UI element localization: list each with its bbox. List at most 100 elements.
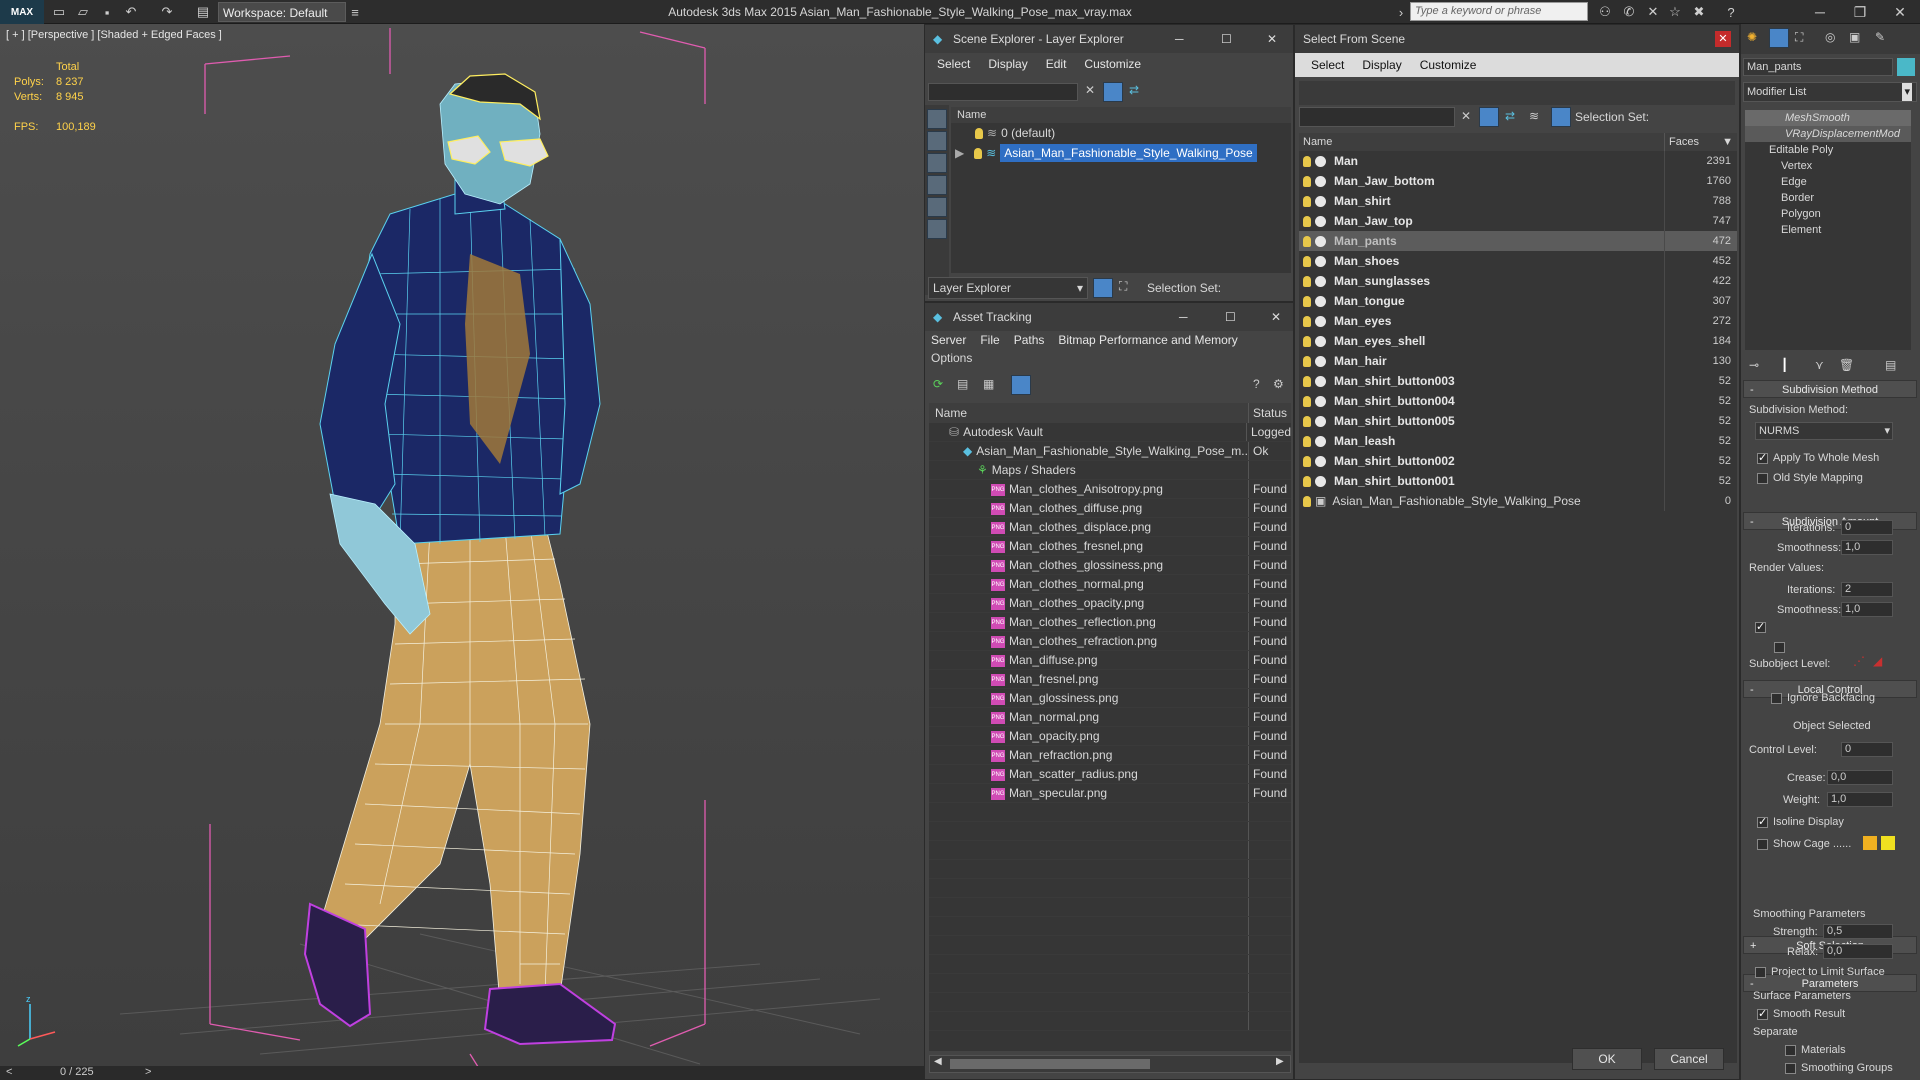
asset-row[interactable]: PNG Man_clothes_opacity.png Found	[929, 594, 1291, 613]
asset-row[interactable]: ⚘ Maps / Shaders	[929, 461, 1291, 480]
select-from-scene-titlebar[interactable]: Select From Scene ✕	[1295, 25, 1739, 53]
sfs-layers-icon[interactable]: ≋	[1529, 109, 1539, 123]
visibility-bulb-icon[interactable]	[1303, 296, 1311, 308]
sfs-object-row[interactable]: ▣ Asian_Man_Fashionable_Style_Walking_Pos…	[1299, 491, 1737, 511]
asset-menu-file[interactable]: File	[980, 331, 999, 349]
asset-row[interactable]: PNG Man_clothes_normal.png Found	[929, 575, 1291, 594]
minimize-window-icon[interactable]: ─	[1800, 0, 1840, 24]
visibility-bulb-icon[interactable]	[1303, 236, 1311, 248]
sfs-object-row[interactable]: Man_shirt_button005 52	[1299, 411, 1737, 431]
asset-tracking-maximize-icon[interactable]: ☐	[1225, 303, 1236, 331]
scene-explorer-sync-icon[interactable]: ⇄	[1129, 83, 1139, 97]
visibility-bulb-icon[interactable]	[1303, 396, 1311, 408]
sfs-col-sort-icon[interactable]: ▼	[1722, 133, 1733, 151]
display-cameras-icon[interactable]	[927, 175, 947, 195]
asset-menu-server[interactable]: Server	[931, 331, 966, 349]
visibility-bulb-icon[interactable]	[1303, 416, 1311, 428]
cage-color-swatch-1[interactable]	[1863, 836, 1877, 850]
scroll-left-icon[interactable]: ◀	[934, 1056, 942, 1067]
render-smoothness-checkbox[interactable]	[1774, 642, 1786, 654]
modify-tab-icon[interactable]	[1769, 28, 1789, 48]
asset-row[interactable]: PNG Man_fresnel.png Found	[929, 670, 1291, 689]
hierarchy-icon[interactable]: ⛶	[1119, 279, 1127, 294]
smooth-result-checkbox[interactable]: Smooth Result	[1757, 1007, 1845, 1020]
show-end-result-icon[interactable]: ┃	[1781, 358, 1788, 372]
visibility-bulb-icon[interactable]	[1303, 196, 1311, 208]
scene-explorer-menu-edit[interactable]: Edit	[1046, 53, 1067, 75]
perspective-viewport[interactable]: [ + ] [Perspective ] [Shaded + Edged Fac…	[0, 24, 924, 1070]
scene-explorer-minimize-icon[interactable]: ─	[1175, 25, 1184, 53]
asset-row[interactable]: PNG Man_clothes_displace.png Found	[929, 518, 1291, 537]
display-geometry-icon[interactable]	[927, 109, 947, 129]
asset-row[interactable]: PNG Man_opacity.png Found	[929, 727, 1291, 746]
visibility-bulb-icon[interactable]	[1303, 316, 1311, 328]
sfs-col-name[interactable]: Name	[1299, 133, 1665, 151]
visibility-bulb-icon[interactable]	[1303, 496, 1311, 508]
keyword-search-input[interactable]: Type a keyword or phrase	[1410, 2, 1588, 21]
display-shapes-icon[interactable]	[927, 131, 947, 151]
stack-item-element[interactable]: Element	[1745, 222, 1911, 238]
remove-modifier-icon[interactable]: 🗑	[1839, 358, 1854, 372]
sfs-object-row[interactable]: Man_sunglasses 422	[1299, 271, 1737, 291]
iterations-spinner[interactable]: 0	[1841, 520, 1893, 535]
scene-explorer-close-icon[interactable]: ✕	[1267, 25, 1277, 53]
display-spacewarps-icon[interactable]	[927, 219, 947, 239]
separate-materials-checkbox[interactable]: Materials	[1785, 1044, 1846, 1056]
sfs-col-faces[interactable]: Faces	[1665, 133, 1699, 151]
visibility-bulb-icon[interactable]	[1303, 276, 1311, 288]
render-iterations-spinner[interactable]: 2	[1841, 582, 1893, 597]
apply-whole-mesh-checkbox[interactable]: Apply To Whole Mesh	[1757, 451, 1879, 464]
motion-tab-icon[interactable]: ◎	[1825, 30, 1835, 44]
time-next-icon[interactable]: >	[145, 1066, 151, 1078]
workspace-dropdown[interactable]: Workspace: Default	[218, 2, 346, 22]
asset-menu-bitmap[interactable]: Bitmap Performance and Memory	[1058, 331, 1237, 349]
hierarchy-tab-icon[interactable]: ⛶	[1795, 30, 1803, 45]
sfs-object-row[interactable]: Man 2391	[1299, 151, 1737, 171]
weight-spinner[interactable]: 1,0	[1827, 792, 1893, 807]
sfs-search-input[interactable]	[1299, 107, 1455, 127]
sfs-object-row[interactable]: Man_Jaw_top 747	[1299, 211, 1737, 231]
asset-col-status[interactable]: Status	[1249, 403, 1287, 423]
sfs-object-row[interactable]: Man_tongue 307	[1299, 291, 1737, 311]
visibility-bulb-icon[interactable]	[1303, 216, 1311, 228]
asset-row[interactable]: PNG Man_glossiness.png Found	[929, 689, 1291, 708]
display-tab-icon[interactable]: ▣	[1849, 30, 1860, 44]
asset-row[interactable]: PNG Man_clothes_reflection.png Found	[929, 613, 1291, 632]
asset-row[interactable]: PNG Man_clothes_Anisotropy.png Found	[929, 480, 1291, 499]
modifier-list-dropdown[interactable]: Modifier List ▾	[1743, 82, 1917, 102]
asset-tracking-titlebar[interactable]: ◆ Asset Tracking ─ ☐ ✕	[925, 303, 1293, 331]
layer-row[interactable]: ≋ 0 (default)	[951, 123, 1291, 143]
table-view-icon[interactable]	[1011, 375, 1031, 395]
settings-icon[interactable]: ⚙	[1273, 377, 1284, 391]
sfs-object-row[interactable]: Man_shirt_button004 52	[1299, 391, 1737, 411]
exchange-apps-icon[interactable]: ✖	[1690, 3, 1708, 21]
create-tab-icon[interactable]: ✺	[1747, 30, 1757, 44]
stack-item-vertex[interactable]: Vertex	[1745, 158, 1911, 174]
visibility-bulb-icon[interactable]	[1303, 156, 1311, 168]
object-color-swatch[interactable]	[1897, 58, 1915, 76]
scene-explorer-filter-icon[interactable]	[1103, 82, 1123, 102]
sfs-object-row[interactable]: Man_shirt 788	[1299, 191, 1737, 211]
sfs-object-row[interactable]: Man_hair 130	[1299, 351, 1737, 371]
close-window-icon[interactable]: ✕	[1880, 0, 1920, 24]
sfs-object-row[interactable]: Man_shoes 452	[1299, 251, 1737, 271]
time-prev-icon[interactable]: <	[6, 1066, 12, 1078]
scene-explorer-menu-customize[interactable]: Customize	[1084, 53, 1141, 75]
edge-level-icon[interactable]: ◢	[1873, 654, 1882, 668]
make-unique-icon[interactable]: ⋎	[1815, 358, 1824, 372]
asset-col-name[interactable]: Name	[929, 403, 1249, 423]
asset-tracking-minimize-icon[interactable]: ─	[1179, 303, 1188, 331]
layer-visibility-icon[interactable]	[975, 128, 983, 140]
ok-button[interactable]: OK	[1572, 1048, 1642, 1070]
save-file-icon[interactable]: ▪	[98, 3, 116, 21]
layer-list-header[interactable]: Name	[951, 107, 1291, 123]
favorites-star-icon[interactable]: ☆	[1666, 3, 1684, 21]
project-folder-icon[interactable]: ▤	[194, 3, 212, 21]
redo-icon[interactable]: ↷	[158, 3, 176, 21]
scroll-right-icon[interactable]: ▶	[1276, 1056, 1284, 1067]
open-file-icon[interactable]: ▱	[74, 3, 92, 21]
old-style-mapping-checkbox[interactable]: Old Style Mapping	[1757, 472, 1863, 484]
crease-spinner[interactable]: 0,0	[1827, 770, 1893, 785]
stack-item-meshsmooth[interactable]: MeshSmooth	[1745, 110, 1911, 126]
stack-item-editable-poly[interactable]: Editable Poly	[1745, 142, 1911, 158]
